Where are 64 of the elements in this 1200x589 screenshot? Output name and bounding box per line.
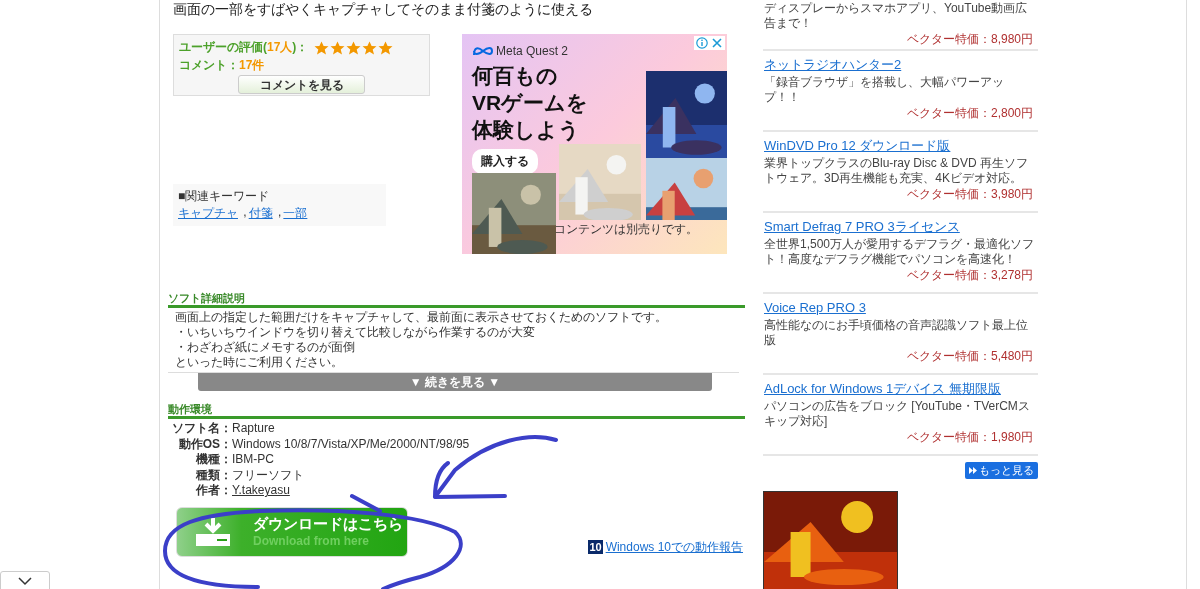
- ad-brand: Meta Quest 2: [496, 44, 569, 58]
- spec-label: 作者：: [195, 483, 232, 499]
- download-button[interactable]: ダウンロードはこちら Download from here: [176, 506, 408, 557]
- spec-label: 種類：: [195, 467, 232, 483]
- download-icon: [195, 516, 231, 547]
- product-price: ベクター特価：2,800円: [905, 105, 1034, 121]
- buy-button[interactable]: 購入する: [472, 149, 538, 174]
- author-link[interactable]: Y.takeyasu: [232, 483, 290, 499]
- product-description: パソコンの広告をブロック [YouTube・TVerCMスキップ対応]: [764, 399, 1031, 429]
- keyword-link[interactable]: 付箋: [248, 205, 273, 222]
- product-description: 業界トップクラスのBlu-ray Disc & DVD 再生ソフトウェア。3D再生機能も充実、4Kビデオ対応。: [764, 156, 1030, 186]
- product-description: 「録音ブラウザ」を搭載し、大幅パワーアップ！！: [764, 75, 1005, 105]
- description-text: ・いちいちウインドウを切り替えて比較しながら作業するのが大変: [175, 325, 536, 340]
- product-link[interactable]: AdLock for Windows 1デバイス 無期限版: [764, 380, 1038, 398]
- spec-label: ソフト名：: [171, 421, 232, 437]
- section-heading: 動作環境: [168, 403, 745, 419]
- product-description: 高性能なのにお手頃価格の音声認識ソフト最上位版: [764, 318, 1029, 348]
- more-button[interactable]: もっと見る: [965, 462, 1038, 479]
- view-comments-button[interactable]: コメントを見る: [238, 75, 365, 94]
- star-icon: [362, 40, 378, 55]
- section-heading: ソフト詳細説明: [168, 292, 745, 308]
- description-text: 画面上の指定した範囲だけをキャプチャして、最前面に表示させておくためのソフトです。: [175, 310, 668, 325]
- infinity-icon: [472, 45, 494, 57]
- rating-label: ユーザーの評価(17人)：: [179, 39, 309, 56]
- spec-value: IBM-PC: [232, 452, 274, 468]
- spec-value: フリーソフト: [232, 467, 304, 483]
- product-price: ベクター特価：3,278円: [905, 267, 1034, 283]
- star-icon: [346, 40, 362, 55]
- description-text: ・わざわざ紙にメモするのが面倒: [175, 340, 356, 355]
- ad-disclaimer: コンテンツは別売りです。: [554, 222, 698, 236]
- collapse-button[interactable]: [0, 571, 50, 589]
- product-link[interactable]: ネットラジオハンター2: [764, 56, 1038, 74]
- star-icon: [378, 40, 394, 55]
- product-description: ディスプレーからスマホアプリ、YouTube動画広告まで！: [764, 1, 1029, 31]
- keyword-link[interactable]: 一部: [283, 205, 308, 222]
- product-link[interactable]: Voice Rep PRO 3: [764, 299, 1038, 317]
- product-description: 全世界1,500万人が愛用するデフラグ・最適化ソフト！高度なデフラグ機能でパソコンを高速化！: [764, 237, 1036, 267]
- double-arrow-icon: [969, 467, 977, 474]
- show-more-button[interactable]: ▼ 続きを見る ▼: [198, 373, 712, 391]
- product-price: ベクター特価：5,480円: [905, 348, 1034, 364]
- chevron-down-icon: [17, 576, 33, 586]
- star-icon: [330, 40, 346, 55]
- spec-label: 機種：: [195, 452, 232, 468]
- page-heading: 画面の一部をすばやくキャプチャしてそのまま付箋のように使える: [172, 0, 594, 19]
- star-icon: [314, 40, 330, 55]
- product-link[interactable]: WinDVD Pro 12 ダウンロード版: [764, 137, 1038, 155]
- spec-value: Rapture: [232, 421, 275, 437]
- product-price: ベクター特価：1,980円: [905, 429, 1034, 445]
- ad-headline: 何百もの VRゲームを 体験しよう: [472, 63, 590, 143]
- windows-badge: 10: [588, 540, 603, 554]
- comment-count: コメント：17件: [179, 57, 266, 74]
- product-price: ベクター特価：3,980円: [905, 186, 1034, 202]
- product-link[interactable]: Smart Defrag 7 PRO 3ライセンス: [764, 218, 1038, 236]
- info-icon: [696, 37, 708, 49]
- close-icon: [711, 37, 723, 49]
- description-text: といった時にご利用ください。: [175, 355, 344, 370]
- spec-label: 動作OS：: [177, 436, 232, 452]
- spec-value: Windows 10/8/7/Vista/XP/Me/2000/NT/98/95: [232, 436, 470, 452]
- keyword-link[interactable]: キャプチャ: [178, 205, 238, 222]
- product-price: ベクター特価：8,980円: [905, 31, 1034, 47]
- keyword-heading: ■関連キーワード: [178, 188, 271, 205]
- separator-text: ,: [277, 205, 282, 221]
- report-link[interactable]: Windows 10での動作報告: [605, 538, 743, 556]
- separator-text: ,: [242, 205, 247, 221]
